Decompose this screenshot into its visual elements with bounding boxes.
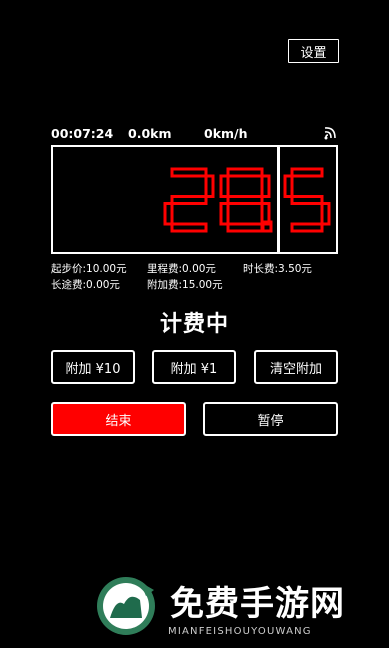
segment-g: [290, 195, 324, 205]
end-button[interactable]: 结束: [51, 402, 186, 436]
watermark-text: 免费手游网: [170, 584, 345, 624]
signal-icon: [324, 127, 336, 140]
pause-button[interactable]: 暂停: [203, 402, 338, 436]
settings-button[interactable]: 设置: [288, 39, 339, 63]
watermark-logo-icon: [97, 577, 155, 635]
fare-display: [51, 145, 338, 254]
segment-f: [283, 174, 294, 198]
segment-d: [170, 222, 208, 233]
segment-b: [260, 174, 271, 198]
extra-fee: 附加费:15.00元: [147, 279, 223, 291]
segment-a: [170, 167, 208, 178]
billing-state-title: 计费中: [159, 312, 229, 337]
segment-e: [219, 202, 230, 226]
segment-g: [170, 195, 208, 205]
add-1-button[interactable]: 附加 ¥1: [152, 350, 236, 384]
segment-c: [320, 202, 331, 226]
segment-d: [290, 222, 324, 233]
long-distance-fee: 长途费:0.00元: [51, 279, 120, 291]
speed-readout: 0km/h: [204, 126, 248, 141]
segment-d: [226, 222, 264, 233]
fare-digits: [163, 167, 331, 233]
segment-b: [204, 174, 215, 198]
mileage-fee: 里程费:0.00元: [147, 263, 216, 275]
segment-f: [219, 174, 230, 198]
distance-readout: 0.0km: [128, 126, 172, 141]
decimal-point: [261, 220, 273, 233]
watermark-subtext: MIANFEISHOUYOUWANG: [168, 626, 312, 637]
segment-a: [226, 167, 264, 178]
digit-2: [163, 167, 215, 233]
add-10-button[interactable]: 附加 ¥10: [51, 350, 135, 384]
elapsed-time: 00:07:24: [51, 126, 114, 141]
base-fare: 起步价:10.00元: [51, 263, 127, 275]
digit-5: [283, 167, 331, 233]
time-fee: 时长费:3.50元: [243, 263, 312, 275]
segment-a: [290, 167, 324, 178]
segment-e: [163, 202, 174, 226]
segment-g: [226, 195, 264, 205]
clear-extra-button[interactable]: 清空附加: [254, 350, 338, 384]
